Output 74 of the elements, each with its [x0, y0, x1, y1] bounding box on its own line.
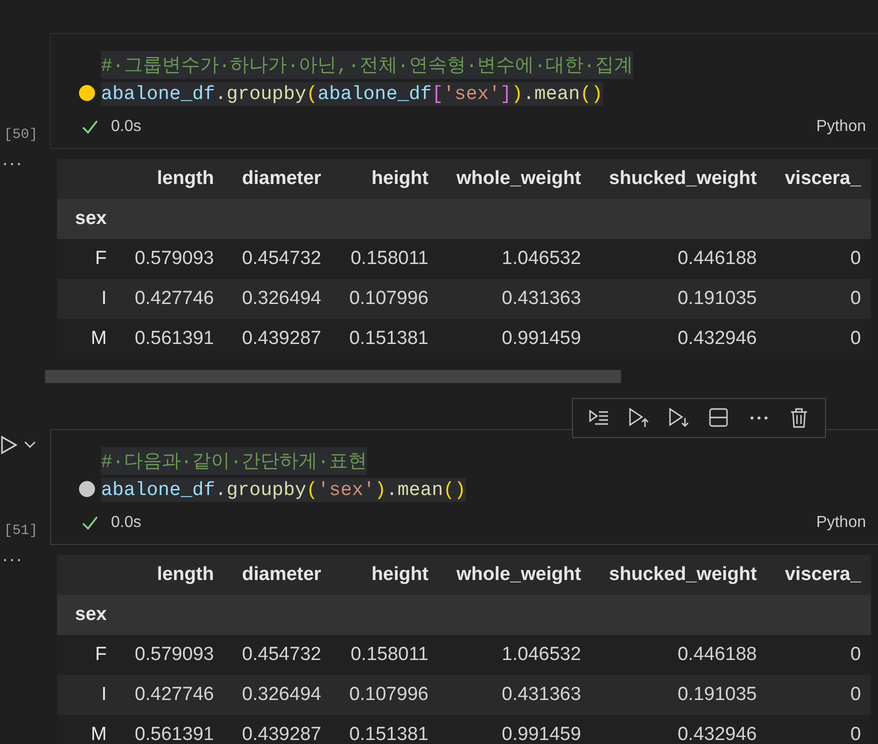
row-index: M [57, 319, 117, 359]
row-index: I [57, 279, 117, 319]
language-label[interactable]: Python [816, 514, 866, 532]
table-cell: 0.431363 [438, 279, 592, 319]
execution-count: [51] [4, 523, 38, 539]
table-cell: 0.561391 [116, 715, 224, 744]
column-header: whole_weight [438, 555, 592, 595]
execution-time: 0.0s [111, 118, 142, 136]
execution-time: 0.0s [111, 514, 142, 532]
table-cell: 0 [766, 635, 871, 675]
table-cell: 0.439287 [224, 715, 332, 744]
column-header: length [116, 555, 224, 595]
table-cell: 0.191035 [591, 675, 767, 715]
table-cell: 1.046532 [438, 239, 592, 279]
table-cell: 1.046532 [438, 635, 592, 675]
table-cell: 0.158011 [331, 635, 438, 675]
table-cell: 0.326494 [224, 279, 332, 319]
table-cell: 0.158011 [331, 239, 438, 279]
execution-count: [50] [4, 127, 38, 143]
table-cell: 0.151381 [331, 319, 438, 359]
table-cell: 0 [766, 675, 871, 715]
table-cell: 0.427746 [116, 675, 224, 715]
column-header: height [331, 555, 438, 595]
table-cell: 0.151381 [331, 715, 438, 744]
more-icon [750, 416, 768, 420]
chevron-down-icon [24, 441, 36, 449]
row-index: F [57, 635, 117, 675]
table-cell: 0.432946 [591, 715, 767, 744]
table-cell: 0.439287 [224, 319, 332, 359]
column-header: diameter [224, 555, 332, 595]
table-cell: 0.431363 [438, 675, 592, 715]
horizontal-scrollbar[interactable] [45, 370, 621, 383]
code-cell[interactable]: #·다음과·같이·간단하게·표현 abalone_df.groupby('sex').mean() 0.0s Python [50, 429, 878, 545]
table-cell: 0.991459 [438, 319, 592, 359]
table-cell: 0.427746 [116, 279, 224, 319]
more-actions-icon[interactable]: ··· [2, 549, 23, 570]
table-cell: 0.446188 [591, 635, 767, 675]
play-icon [0, 435, 18, 455]
index-name: sex [57, 595, 117, 635]
column-header: diameter [224, 159, 332, 199]
table-cell: 0.991459 [438, 715, 592, 744]
more-actions-icon[interactable]: ··· [2, 153, 23, 174]
table-cell: 0.191035 [591, 279, 767, 319]
row-index: I [57, 675, 117, 715]
column-header: height [331, 159, 438, 199]
table-cell: 0.107996 [331, 675, 438, 715]
table-cell: 0.454732 [224, 635, 332, 675]
row-index: F [57, 239, 117, 279]
table-cell: 0 [766, 239, 871, 279]
table-cell: 0.454732 [224, 239, 332, 279]
table-cell: 0.326494 [224, 675, 332, 715]
table-cell: 0.432946 [591, 319, 767, 359]
run-button[interactable] [0, 435, 36, 455]
run-above-icon [627, 406, 651, 430]
table-cell: 0 [766, 279, 871, 319]
column-header: shucked_weight [591, 555, 767, 595]
column-header: whole_weight [438, 159, 592, 199]
column-header: shucked_weight [591, 159, 767, 199]
dot-icon[interactable] [79, 481, 95, 497]
column-header: viscera_ [766, 555, 871, 595]
table-cell: 0.579093 [116, 239, 224, 279]
table-cell: 0.107996 [331, 279, 438, 319]
table-cell: 0 [766, 715, 871, 744]
table-cell: 0.446188 [591, 239, 767, 279]
table-cell: 0.561391 [116, 319, 224, 359]
column-header: length [116, 159, 224, 199]
index-name: sex [57, 199, 117, 239]
code-cell[interactable]: #·그룹변수가·하나가·아닌,·전체·연속형·변수에·대한·집계 abalone_df.groupby(abalone_df['sex']).mean() 0.0s Python [50, 33, 878, 149]
language-label[interactable]: Python [816, 118, 866, 136]
table-cell: 0.579093 [116, 635, 224, 675]
column-header: viscera_ [766, 159, 871, 199]
row-index: M [57, 715, 117, 744]
lightbulb-icon[interactable] [79, 85, 95, 101]
table-cell: 0 [766, 319, 871, 359]
